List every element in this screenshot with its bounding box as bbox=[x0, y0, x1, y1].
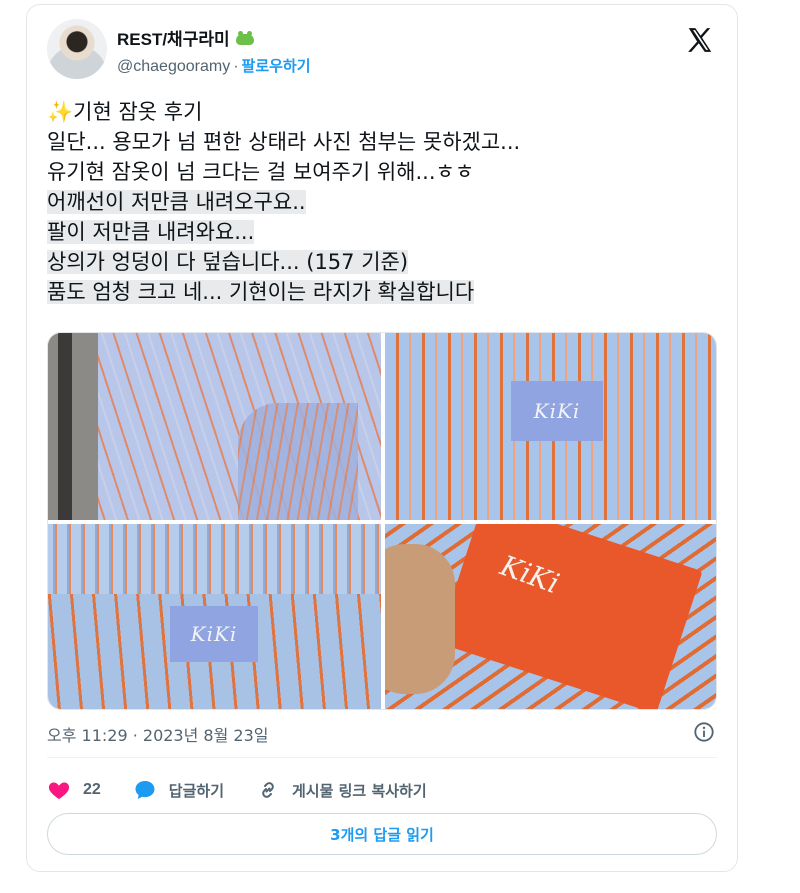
user-handle[interactable]: @chaegooramy bbox=[117, 58, 230, 75]
tweet-line-5: 팔이 저만큼 내려와요... bbox=[47, 217, 727, 247]
orange-patch bbox=[437, 524, 703, 709]
name-row: REST/채구라미 bbox=[117, 25, 256, 50]
photo-shirt-shoulder[interactable] bbox=[48, 333, 381, 520]
sparkle-icon: ✨ bbox=[47, 100, 74, 124]
tweet-text: ✨기현 잠옷 후기 일단... 용모가 넘 편한 상태라 사진 첨부는 못하겠고… bbox=[47, 97, 727, 307]
heart-icon bbox=[48, 782, 70, 799]
tweet-line-4-text: 어깨선이 저만큼 내려오구요.. bbox=[47, 190, 306, 214]
waistband bbox=[48, 524, 381, 594]
tweet-line-4: 어깨선이 저만큼 내려오구요.. bbox=[47, 187, 727, 217]
photo-pants-waistband[interactable]: KiKi bbox=[48, 524, 381, 709]
reply-label: 답글하기 bbox=[168, 781, 224, 800]
speech-bubble-icon bbox=[135, 781, 155, 799]
like-button[interactable]: 22 bbox=[47, 778, 101, 802]
tweet-card: REST/채구라미 @chaegooramy · 팔로우하기 ✨기현 잠옷 후기 일… bbox=[26, 4, 738, 872]
photo-orange-patch[interactable]: KiKi bbox=[385, 524, 716, 709]
photo-background-frame bbox=[58, 333, 72, 520]
separator-dot: · bbox=[233, 58, 239, 75]
reply-button[interactable]: 답글하기 bbox=[133, 778, 224, 802]
kiki-label-pants: KiKi bbox=[170, 606, 258, 662]
photo-shirt-fold bbox=[238, 403, 358, 520]
kiki-label: KiKi bbox=[511, 381, 603, 441]
tweet-line-2: 일단... 용모가 넘 편한 상태라 사진 첨부는 못하겠고... bbox=[47, 130, 521, 154]
tweet-line-7-text: 품도 엄청 크고 네... 기현이는 라지가 확실합니다 bbox=[47, 280, 475, 304]
like-count: 22 bbox=[83, 781, 101, 798]
info-icon[interactable] bbox=[693, 721, 715, 743]
photo-grid: KiKi KiKi KiKi bbox=[47, 332, 717, 710]
handle-row: @chaegooramy · 팔로우하기 bbox=[117, 55, 311, 76]
tweet-header: REST/채구라미 @chaegooramy · 팔로우하기 bbox=[47, 17, 719, 83]
tweet-line-1-text: 기현 잠옷 후기 bbox=[73, 100, 203, 124]
divider bbox=[47, 757, 717, 758]
display-name[interactable]: REST/채구라미 bbox=[117, 25, 230, 50]
photo-collar-label[interactable]: KiKi bbox=[385, 333, 716, 520]
avatar[interactable] bbox=[47, 19, 107, 79]
read-replies-button[interactable]: 3개의 답글 읽기 bbox=[47, 813, 717, 855]
frog-emoji-icon bbox=[234, 30, 256, 46]
x-logo-icon[interactable] bbox=[685, 25, 715, 55]
tweet-line-3: 유기현 잠옷이 넘 크다는 걸 보여주기 위해...ㅎㅎ bbox=[47, 160, 475, 184]
tweet-line-5-text: 팔이 저만큼 내려와요... bbox=[47, 220, 255, 244]
action-bar: 22 답글하기 게시물 링크 복사하기 bbox=[47, 775, 459, 805]
tweet-line-6-text: 상의가 엉덩이 다 덮습니다... (157 기준) bbox=[47, 250, 409, 274]
tweet-line-7: 품도 엄청 크고 네... 기현이는 라지가 확실합니다 bbox=[47, 277, 727, 307]
tweet-timestamp[interactable]: 오후 11:29 · 2023년 8월 23일 bbox=[47, 722, 268, 746]
link-icon bbox=[262, 782, 274, 798]
finger bbox=[385, 544, 455, 694]
follow-link[interactable]: 팔로우하기 bbox=[242, 57, 311, 75]
tweet-line-6: 상의가 엉덩이 다 덮습니다... (157 기준) bbox=[47, 247, 727, 277]
copy-link-button[interactable]: 게시물 링크 복사하기 bbox=[256, 778, 427, 802]
tweet-line-1: ✨기현 잠옷 후기 bbox=[47, 97, 727, 127]
photo-background-wall bbox=[48, 333, 98, 520]
copy-link-label: 게시물 링크 복사하기 bbox=[292, 781, 427, 800]
